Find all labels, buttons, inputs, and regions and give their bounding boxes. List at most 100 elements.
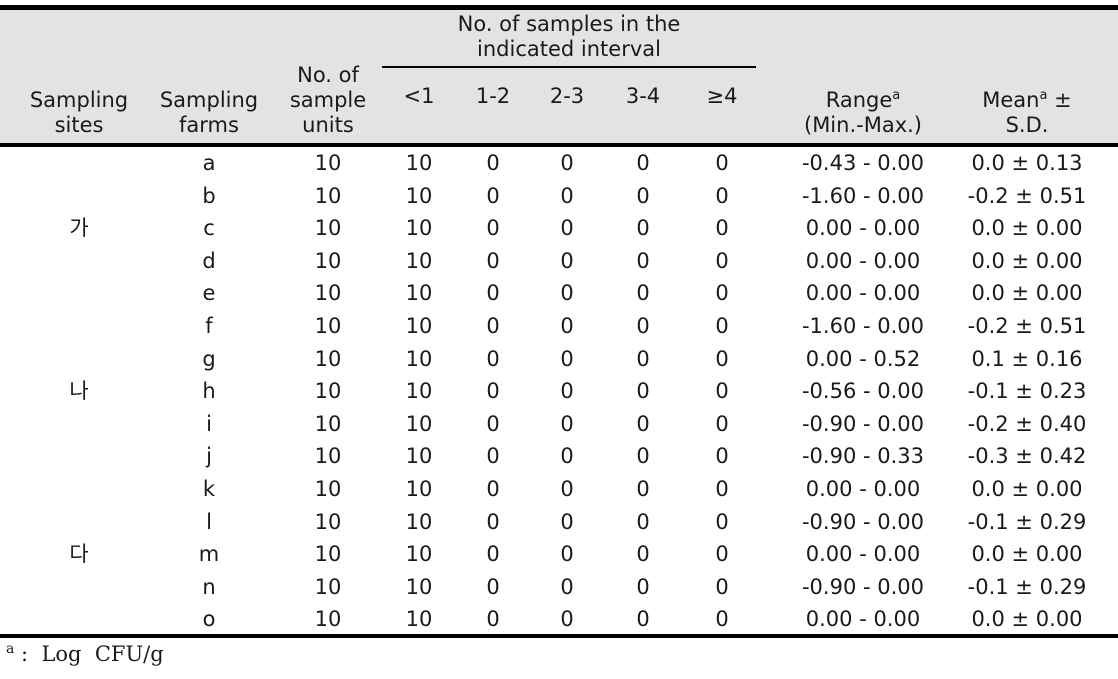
cell-interval-ge4: 0 <box>715 411 729 436</box>
column-header-sample-units-line2: sample <box>289 88 367 112</box>
cell-interval-lt1: 10 <box>405 476 433 501</box>
cell-sample-units: 10 <box>314 151 342 175</box>
cell-interval-2-3: 0 <box>560 248 574 273</box>
column-group-header-interval: No. of samples in the indicated interval <box>382 12 756 66</box>
cell-sampling-farm: g <box>202 346 216 371</box>
cell-interval-2-3: 0 <box>560 379 574 404</box>
column-header-sampling-sites: Sampling sites <box>8 38 150 138</box>
cell-interval-lt1: 10 <box>405 313 433 338</box>
cell-sampling-site <box>8 277 150 310</box>
table-body: a 10 10 0 0 0 0 -0.43 - 0.00 0.0 ± 0.13 b 10 10 0 0 0 0… <box>0 147 1118 636</box>
cell-interval-lt1: 10 <box>405 411 433 436</box>
cell-mean: 0.0 ± 0.00 <box>971 542 1083 567</box>
cell-sampling-site <box>8 440 150 473</box>
column-header-sampling-farms-line1: Sampling <box>159 88 259 112</box>
cell-range: -1.60 - 0.00 <box>801 183 925 208</box>
cell-interval-ge4: 0 <box>715 313 729 338</box>
cell-range: 0.00 - 0.00 <box>805 216 921 241</box>
cell-sample-units: 10 <box>314 509 342 534</box>
cell-interval-ge4: 0 <box>715 248 729 273</box>
cell-sampling-site <box>8 571 150 604</box>
cell-interval-ge4: 0 <box>715 151 729 175</box>
table-row: o 10 10 0 0 0 0 0.00 - 0.00 0.0 ± 0.00 <box>0 603 1118 636</box>
cell-sampling-site <box>8 408 150 441</box>
cell-interval-3-4: 0 <box>636 574 650 599</box>
cell-mean: -0.2 ± 0.40 <box>967 411 1087 436</box>
table-row: e 10 10 0 0 0 0 0.00 - 0.00 0.0 ± 0.00 <box>0 277 1118 310</box>
column-header-mean-label: Mean <box>982 88 1040 112</box>
cell-interval-2-3: 0 <box>560 281 574 306</box>
cell-interval-ge4: 0 <box>715 281 729 306</box>
cell-interval-ge4: 0 <box>715 574 729 599</box>
cell-interval-lt1: 10 <box>405 542 433 567</box>
cell-sample-units: 10 <box>314 607 342 632</box>
cell-range: 0.00 - 0.52 <box>805 346 921 371</box>
cell-sample-units: 10 <box>314 183 342 208</box>
cell-interval-1-2: 0 <box>486 574 500 599</box>
cell-interval-3-4: 0 <box>636 313 650 338</box>
cell-sample-units: 10 <box>314 411 342 436</box>
cell-interval-3-4: 0 <box>636 346 650 371</box>
cell-range: -1.60 - 0.00 <box>801 313 925 338</box>
cell-interval-2-3: 0 <box>560 574 574 599</box>
table-row: j 10 10 0 0 0 0 -0.90 - 0.33 -0.3 ± 0.42 <box>0 440 1118 473</box>
cell-mean: 0.0 ± 0.00 <box>971 248 1083 273</box>
column-group-header-interval-line2: indicated interval <box>477 37 661 61</box>
cell-sampling-farm: f <box>205 313 213 338</box>
column-header-sample-units-line3: units <box>302 113 354 137</box>
column-header-mean-line1: Meana ± <box>982 88 1071 113</box>
cell-sampling-site <box>8 310 150 343</box>
cell-range: -0.90 - 0.00 <box>801 411 925 436</box>
table-row: d 10 10 0 0 0 0 0.00 - 0.00 0.0 ± 0.00 <box>0 245 1118 278</box>
cell-interval-lt1: 10 <box>405 183 433 208</box>
cell-interval-1-2: 0 <box>486 216 500 241</box>
cell-mean: 0.0 ± 0.00 <box>971 607 1083 632</box>
table-footnote: a : Log CFU/g <box>6 640 164 668</box>
cell-interval-1-2: 0 <box>486 313 500 338</box>
cell-interval-3-4: 0 <box>636 411 650 436</box>
table-row: n 10 10 0 0 0 0 -0.90 - 0.00 -0.1 ± 0.29 <box>0 571 1118 604</box>
cell-sampling-site <box>8 245 150 278</box>
cell-range: -0.90 - 0.00 <box>801 509 925 534</box>
cell-interval-ge4: 0 <box>715 444 729 469</box>
cell-interval-1-2: 0 <box>486 379 500 404</box>
cell-sampling-site <box>8 473 150 506</box>
table-row: g 10 10 0 0 0 0 0.00 - 0.52 0.1 ± 0.16 <box>0 343 1118 376</box>
column-header-mean-line2: S.D. <box>1005 113 1049 137</box>
column-header-interval-lt1: <1 <box>403 84 435 108</box>
cell-range: -0.90 - 0.00 <box>801 574 925 599</box>
column-header-range-label: Range <box>825 88 893 112</box>
cell-interval-lt1: 10 <box>405 607 433 632</box>
cell-interval-ge4: 0 <box>715 346 729 371</box>
table-row: a 10 10 0 0 0 0 -0.43 - 0.00 0.0 ± 0.13 <box>0 147 1118 180</box>
table-row: 다 m 10 10 0 0 0 0 0.00 - 0.00 0.0 ± 0.00 <box>0 538 1118 571</box>
cell-interval-1-2: 0 <box>486 248 500 273</box>
cell-mean: 0.0 ± 0.13 <box>971 151 1083 175</box>
cell-mean: 0.0 ± 0.00 <box>971 216 1083 241</box>
cell-interval-lt1: 10 <box>405 379 433 404</box>
cell-interval-lt1: 10 <box>405 281 433 306</box>
cell-interval-lt1: 10 <box>405 248 433 273</box>
cell-mean: -0.3 ± 0.42 <box>967 444 1087 469</box>
cell-sampling-site: 다 <box>69 542 89 567</box>
cell-range: 0.00 - 0.00 <box>805 248 921 273</box>
cell-interval-1-2: 0 <box>486 444 500 469</box>
cell-sample-units: 10 <box>314 216 342 241</box>
cell-interval-3-4: 0 <box>636 151 650 175</box>
column-group-header-interval-line1: No. of samples in the <box>457 12 681 36</box>
cell-interval-ge4: 0 <box>715 183 729 208</box>
cell-sample-units: 10 <box>314 574 342 599</box>
cell-sampling-site <box>8 147 150 180</box>
cell-range: -0.56 - 0.00 <box>801 379 925 404</box>
cell-sample-units: 10 <box>314 248 342 273</box>
cell-mean: 0.0 ± 0.00 <box>971 476 1083 501</box>
cell-sampling-farm: h <box>202 379 216 404</box>
table-footnote-text: : Log CFU/g <box>14 642 164 666</box>
cell-sampling-farm: o <box>202 607 216 632</box>
cell-sampling-site: 가 <box>69 216 89 241</box>
table-row: i 10 10 0 0 0 0 -0.90 - 0.00 -0.2 ± 0.40 <box>0 408 1118 441</box>
cell-mean: -0.1 ± 0.29 <box>967 509 1087 534</box>
cell-interval-ge4: 0 <box>715 542 729 567</box>
cell-range: 0.00 - 0.00 <box>805 607 921 632</box>
cell-interval-ge4: 0 <box>715 379 729 404</box>
